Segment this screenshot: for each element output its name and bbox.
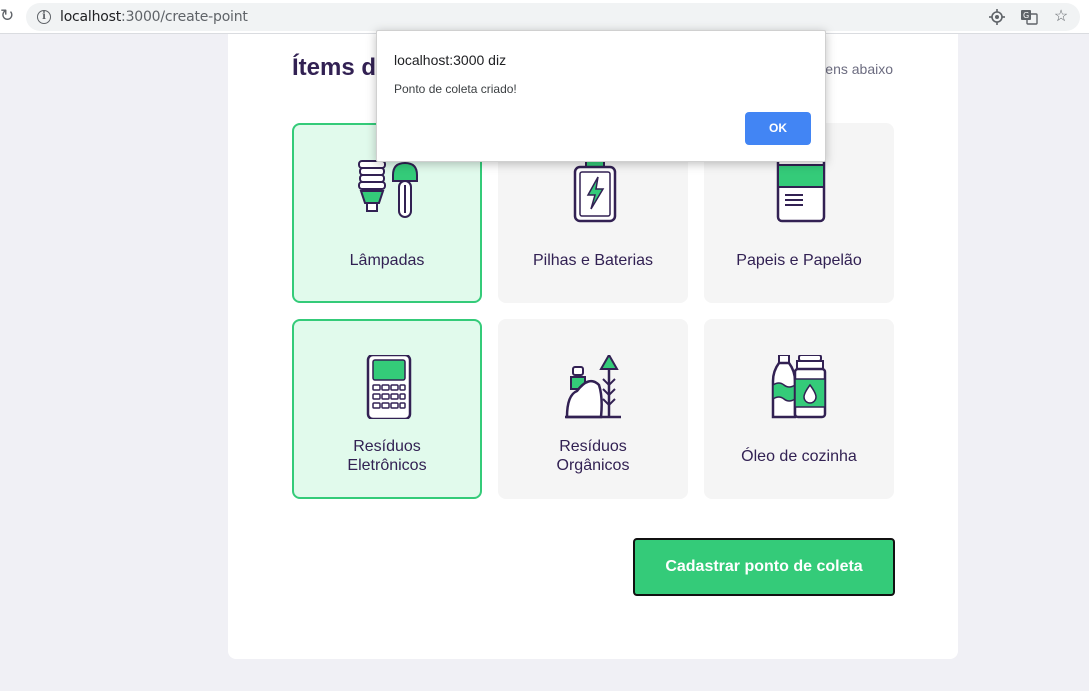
bookmark-star-icon[interactable]: ☆ bbox=[1052, 8, 1070, 26]
dialog-message: Ponto de coleta criado! bbox=[394, 82, 517, 96]
items-title: Ítems d bbox=[292, 54, 377, 81]
reload-icon[interactable]: ↻ bbox=[0, 6, 16, 26]
battery-icon bbox=[573, 159, 617, 223]
alert-dialog: localhost:3000 diz Ponto de coleta criad… bbox=[376, 30, 826, 162]
item-label: Papeis e Papelão bbox=[736, 252, 862, 269]
address-bar[interactable]: i localhost:3000/create-point G ☆ bbox=[26, 3, 1080, 31]
item-label-line2: Eletrônicos bbox=[347, 457, 427, 474]
item-label-line2: Orgânicos bbox=[556, 457, 630, 474]
item-label: Lâmpadas bbox=[349, 252, 425, 269]
item-residuos-eletronicos[interactable]: Resíduos Eletrônicos bbox=[292, 319, 482, 499]
url-host: localhost bbox=[60, 9, 122, 25]
svg-text:G: G bbox=[1023, 11, 1029, 20]
item-label: Óleo de cozinha bbox=[741, 448, 857, 465]
location-icon[interactable] bbox=[988, 8, 1006, 26]
item-residuos-organicos[interactable]: Resíduos Orgânicos bbox=[498, 319, 688, 499]
url-path: :3000/create-point bbox=[121, 9, 248, 25]
item-label-line1: Resíduos bbox=[559, 438, 627, 455]
site-info-icon[interactable]: i bbox=[37, 10, 51, 24]
browser-toolbar: ↻ i localhost:3000/create-point G ☆ bbox=[0, 0, 1089, 34]
oil-icon bbox=[771, 355, 827, 419]
organic-icon bbox=[565, 355, 621, 419]
item-label: Pilhas e Baterias bbox=[532, 252, 654, 269]
paper-icon bbox=[776, 159, 826, 223]
translate-icon[interactable]: G bbox=[1020, 8, 1038, 26]
item-label-line1: Resíduos bbox=[353, 438, 421, 455]
lamp-icon bbox=[358, 160, 418, 218]
ok-button[interactable]: OK bbox=[745, 112, 811, 145]
electronics-icon bbox=[366, 355, 412, 419]
item-oleo-cozinha[interactable]: Óleo de cozinha bbox=[704, 319, 894, 499]
dialog-title: localhost:3000 diz bbox=[394, 52, 507, 68]
submit-button[interactable]: Cadastrar ponto de coleta bbox=[633, 538, 895, 596]
address-url[interactable]: localhost:3000/create-point bbox=[60, 9, 248, 25]
